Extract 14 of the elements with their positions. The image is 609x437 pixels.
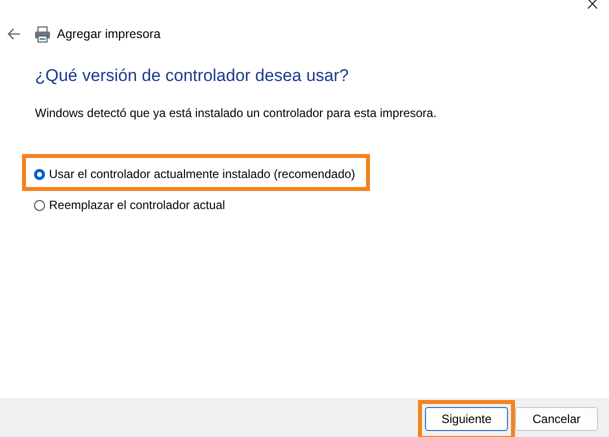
heading: ¿Qué versión de controlador desea usar? xyxy=(35,66,350,86)
dialog-button[interactable]: Cancelar xyxy=(515,406,598,430)
window-title: Agregar impresora xyxy=(57,27,161,41)
radio-option[interactable]: Usar el controlador actualmente instalado (recomendado) xyxy=(34,164,356,181)
option-label: Usar el controlador actualmente instalado (recomendado) xyxy=(49,167,356,181)
back-arrow-icon[interactable] xyxy=(7,28,21,40)
option-label: Reemplazar el controlador actual xyxy=(49,198,226,212)
radio-option[interactable]: Reemplazar el controlador actual xyxy=(34,195,226,212)
printer-icon xyxy=(34,26,51,42)
dialog-button[interactable]: Siguiente xyxy=(425,406,508,430)
radio-button[interactable] xyxy=(34,168,45,180)
description: Windows detectó que ya está instalado un controlador para esta impresora. xyxy=(35,106,438,120)
close-icon[interactable] xyxy=(587,0,598,9)
radio-button[interactable] xyxy=(34,200,45,210)
